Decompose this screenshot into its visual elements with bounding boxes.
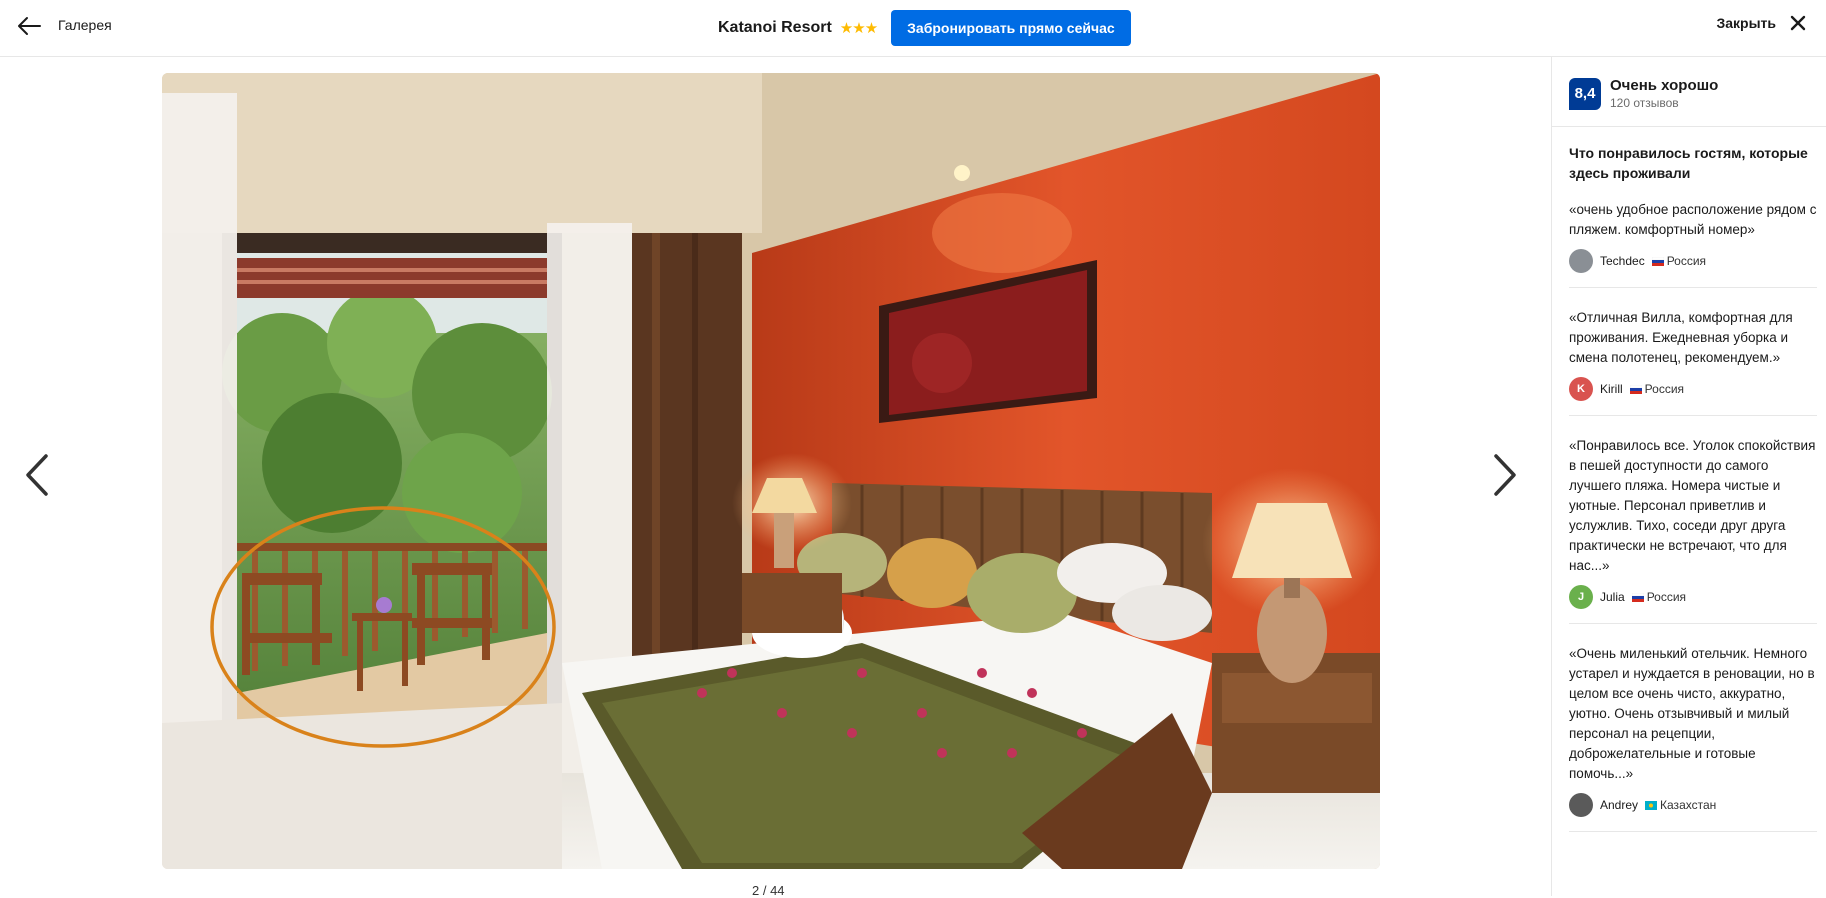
review-count: 120 отзывов (1610, 96, 1679, 110)
review-item: «Понравилось все. Уголок спокойствия в п… (1569, 436, 1817, 624)
gallery-header: Галерея Katanoi Resort ★★★ Забронировать… (0, 0, 1826, 57)
reviews-sidebar: 8,4 Очень хорошо 120 отзывов Что понрави… (1551, 57, 1826, 896)
back-button[interactable] (16, 14, 42, 38)
reviewer-country: Россия (1631, 590, 1686, 604)
review-text: «Отличная Вилла, комфортная для проживан… (1569, 310, 1793, 365)
reviewer-country: Россия (1629, 382, 1684, 396)
divider (1552, 126, 1826, 127)
reviewer-name: Julia (1600, 590, 1625, 604)
reviewer-name: Kirill (1600, 382, 1623, 396)
review-item: «очень удобное расположение рядом с пляж… (1569, 200, 1817, 288)
hotel-name: Katanoi Resort (718, 19, 832, 36)
next-photo-button[interactable] (1490, 452, 1520, 503)
russia-flag-icon (1631, 593, 1644, 603)
avatar: J (1569, 585, 1593, 609)
liked-title: Что понравилось гостям, которые здесь пр… (1569, 145, 1808, 181)
close-button[interactable]: Закрыть (1716, 15, 1806, 31)
chevron-right-icon[interactable] (1490, 452, 1520, 498)
review-item: «Очень миленький отельчик. Немного устар… (1569, 644, 1817, 832)
reviewer: K Kirill Россия (1569, 377, 1817, 401)
header-center: Katanoi Resort ★★★ Забронировать прямо с… (718, 10, 1131, 46)
gallery-photo[interactable] (162, 73, 1380, 869)
score-label: Очень хорошо (1610, 77, 1719, 94)
close-label[interactable]: Закрыть (1716, 15, 1776, 31)
hotel-room-photo (162, 73, 1380, 869)
score-summary[interactable]: 8,4 Очень хорошо 120 отзывов (1569, 77, 1718, 110)
star-rating-icon: ★★★ (839, 20, 878, 37)
reviewer: Andrey Казахстан (1569, 793, 1817, 817)
reviewer-name: Techdec (1600, 254, 1645, 268)
reviewer-name: Andrey (1600, 798, 1639, 812)
previous-photo-button[interactable] (22, 452, 52, 503)
review-text: «Понравилось все. Уголок спокойствия в п… (1569, 438, 1816, 573)
reviewer: Techdec Россия (1569, 249, 1817, 273)
chevron-left-icon[interactable] (22, 452, 52, 498)
review-text: «Очень миленький отельчик. Немного устар… (1569, 646, 1815, 781)
close-icon[interactable] (1790, 15, 1806, 31)
avatar (1569, 249, 1593, 273)
russia-flag-icon (1629, 385, 1642, 395)
reviewer: J Julia Россия (1569, 585, 1817, 609)
russia-flag-icon (1651, 257, 1664, 267)
reviewer-country: Казахстан (1645, 798, 1716, 812)
reviewer-country: Россия (1651, 254, 1706, 268)
arrow-left-icon (18, 17, 41, 35)
book-now-button[interactable]: Забронировать прямо сейчас (891, 10, 1131, 46)
score-badge: 8,4 (1569, 77, 1601, 110)
kazakhstan-flag-icon (1645, 801, 1658, 811)
review-item: «Отличная Вилла, комфортная для проживан… (1569, 308, 1817, 416)
review-list: «очень удобное расположение рядом с пляж… (1569, 200, 1817, 852)
avatar: K (1569, 377, 1593, 401)
avatar (1569, 793, 1593, 817)
review-text: «очень удобное расположение рядом с пляж… (1569, 202, 1817, 237)
back-label[interactable]: Галерея (58, 17, 112, 33)
